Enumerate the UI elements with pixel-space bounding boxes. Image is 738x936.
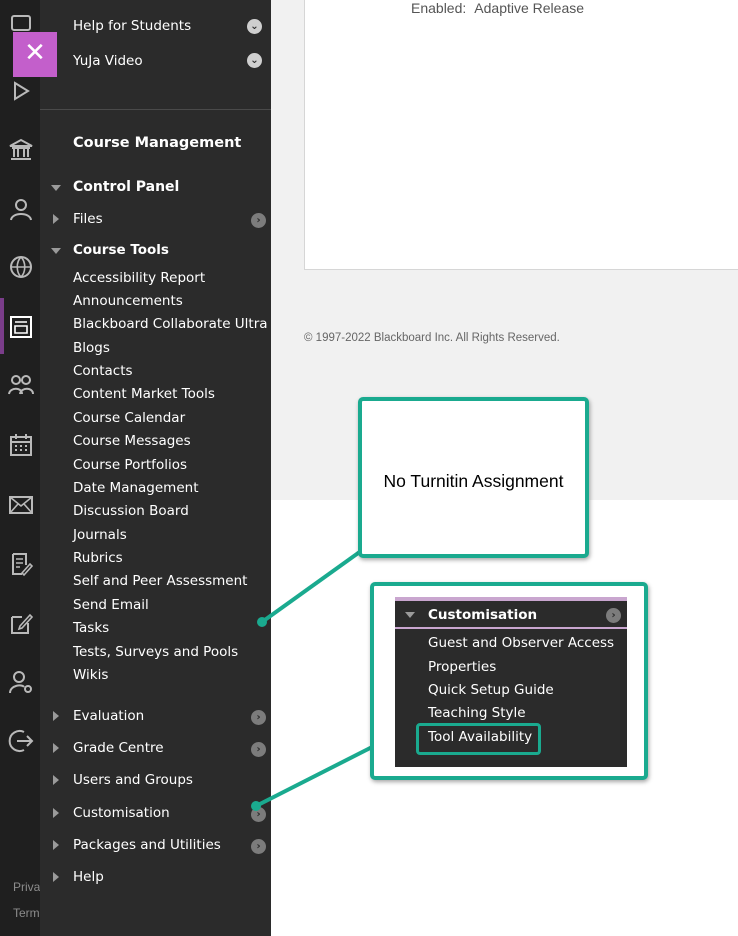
inset-item-quick-setup-guide: Quick Setup Guide (428, 682, 554, 698)
inset-header: Customisation › (395, 601, 627, 629)
inset-menu: Customisation › Guest and Observer Acces… (395, 597, 627, 767)
tool-availability-highlight (416, 723, 541, 755)
caret-down-icon (405, 612, 415, 618)
inset-item-guest-observer-access: Guest and Observer Access (428, 635, 615, 651)
arrow-right-icon: › (606, 608, 621, 623)
callout-customisation-inset: Customisation › Guest and Observer Acces… (370, 582, 648, 780)
callout-no-turnitin: No Turnitin Assignment (358, 397, 589, 558)
connector-dot-1 (257, 617, 267, 627)
callout-text: No Turnitin Assignment (383, 471, 564, 491)
inset-item-teaching-style: Teaching Style (428, 705, 526, 721)
connector-line-1 (260, 549, 363, 624)
connector-dot-2 (251, 801, 261, 811)
connector-line-2 (255, 741, 381, 808)
inset-item-properties: Properties (428, 659, 497, 675)
inset-title: Customisation (428, 607, 538, 623)
